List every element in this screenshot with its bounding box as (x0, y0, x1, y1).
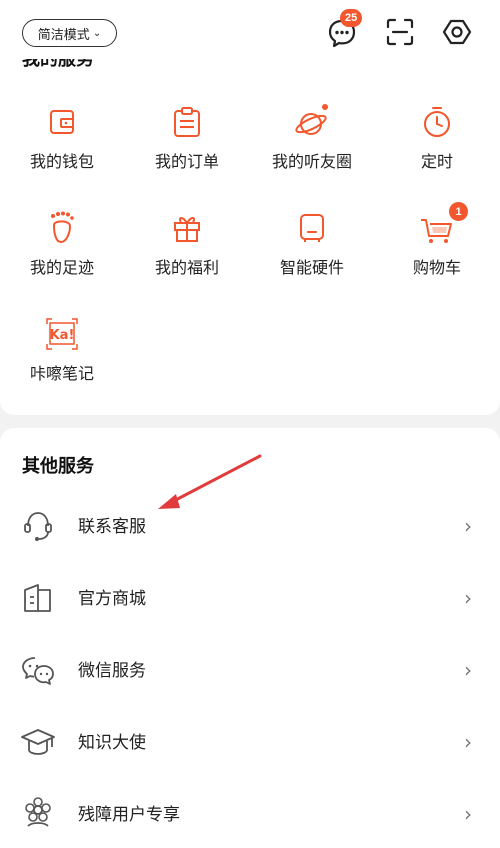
chevron-right-icon: › (464, 514, 472, 538)
order-clipboard-icon (174, 107, 200, 137)
chevron-down-icon: ⌄ (92, 27, 102, 39)
ka-note-icon: Ka! (46, 318, 78, 350)
grid-item-label: 我的福利 (154, 258, 219, 277)
grid-item-cart[interactable]: 1 购物车 (377, 202, 497, 278)
wallet-icon (50, 110, 74, 134)
grid-item-label: 我的足迹 (29, 258, 94, 277)
settings-button[interactable] (441, 16, 473, 48)
message-button[interactable]: 25 (326, 9, 363, 48)
grid-item-label: 我的订单 (154, 152, 219, 171)
scan-icon (386, 18, 414, 46)
svg-text:Ka!: Ka! (50, 328, 75, 343)
chevron-right-icon: › (464, 586, 472, 610)
store-icon (24, 584, 51, 612)
grid-item-smart-hardware[interactable]: 智能硬件 (252, 208, 372, 278)
settings-hexagon-icon (442, 19, 472, 45)
grid-item-label: 定时 (420, 152, 453, 171)
smart-device-icon (300, 214, 324, 242)
grid-item-listener-circle[interactable]: 我的听友圈 (252, 102, 372, 172)
grid-item-orders[interactable]: 我的订单 (127, 102, 247, 172)
service-row-label: 联系客服 (78, 517, 146, 537)
footprint-icon (51, 211, 74, 244)
graduation-cap-icon (21, 729, 55, 755)
service-row-wechat[interactable]: 微信服务 › (0, 632, 500, 704)
my-services-card: 我的服务 我的钱包 我的订单 我的听友圈 定时 (0, 59, 500, 415)
grid-item-footprints[interactable]: 我的足迹 (2, 208, 122, 278)
grid-item-label: 我的钱包 (29, 152, 94, 171)
chevron-right-icon: › (464, 658, 472, 682)
my-services-title: 我的服务 (22, 59, 94, 69)
chevron-right-icon: › (464, 730, 472, 754)
headset-icon (24, 512, 52, 541)
service-row-label: 残障用户专享 (78, 805, 180, 825)
planet-icon (295, 104, 328, 135)
service-row-label: 微信服务 (78, 661, 146, 681)
grid-item-wallet[interactable]: 我的钱包 (2, 102, 122, 172)
service-row-accessibility[interactable]: 残障用户专享 › (0, 776, 500, 848)
grid-item-benefits[interactable]: 我的福利 (127, 208, 247, 278)
gift-icon (174, 217, 200, 242)
annotation-arrow-icon (158, 454, 262, 509)
timer-icon (424, 107, 450, 137)
other-services-title: 其他服务 (22, 456, 94, 477)
scan-button[interactable] (384, 16, 416, 48)
simple-mode-toggle[interactable]: 简洁模式 ⌄ (22, 19, 117, 47)
service-row-label: 官方商城 (78, 589, 146, 609)
grid-item-label: 咔嚓笔记 (29, 364, 94, 383)
service-row-label: 知识大使 (78, 733, 146, 753)
wechat-icon (22, 657, 54, 685)
message-count-badge: 25 (340, 9, 363, 27)
grid-item-label: 我的听友圈 (271, 152, 352, 171)
simple-mode-label: 简洁模式 (37, 27, 90, 43)
chevron-right-icon: › (464, 802, 472, 826)
accessibility-flower-icon (25, 797, 51, 827)
grid-item-timer[interactable]: 定时 (377, 102, 497, 172)
grid-item-ka-notes[interactable]: Ka! 咔嚓笔记 (2, 314, 122, 384)
grid-item-label: 购物车 (412, 258, 461, 277)
service-row-knowledge-ambassador[interactable]: 知识大使 › (0, 704, 500, 776)
cart-count-badge: 1 (449, 202, 468, 221)
service-row-official-store[interactable]: 官方商城 › (0, 560, 500, 632)
grid-item-label: 智能硬件 (279, 258, 344, 277)
